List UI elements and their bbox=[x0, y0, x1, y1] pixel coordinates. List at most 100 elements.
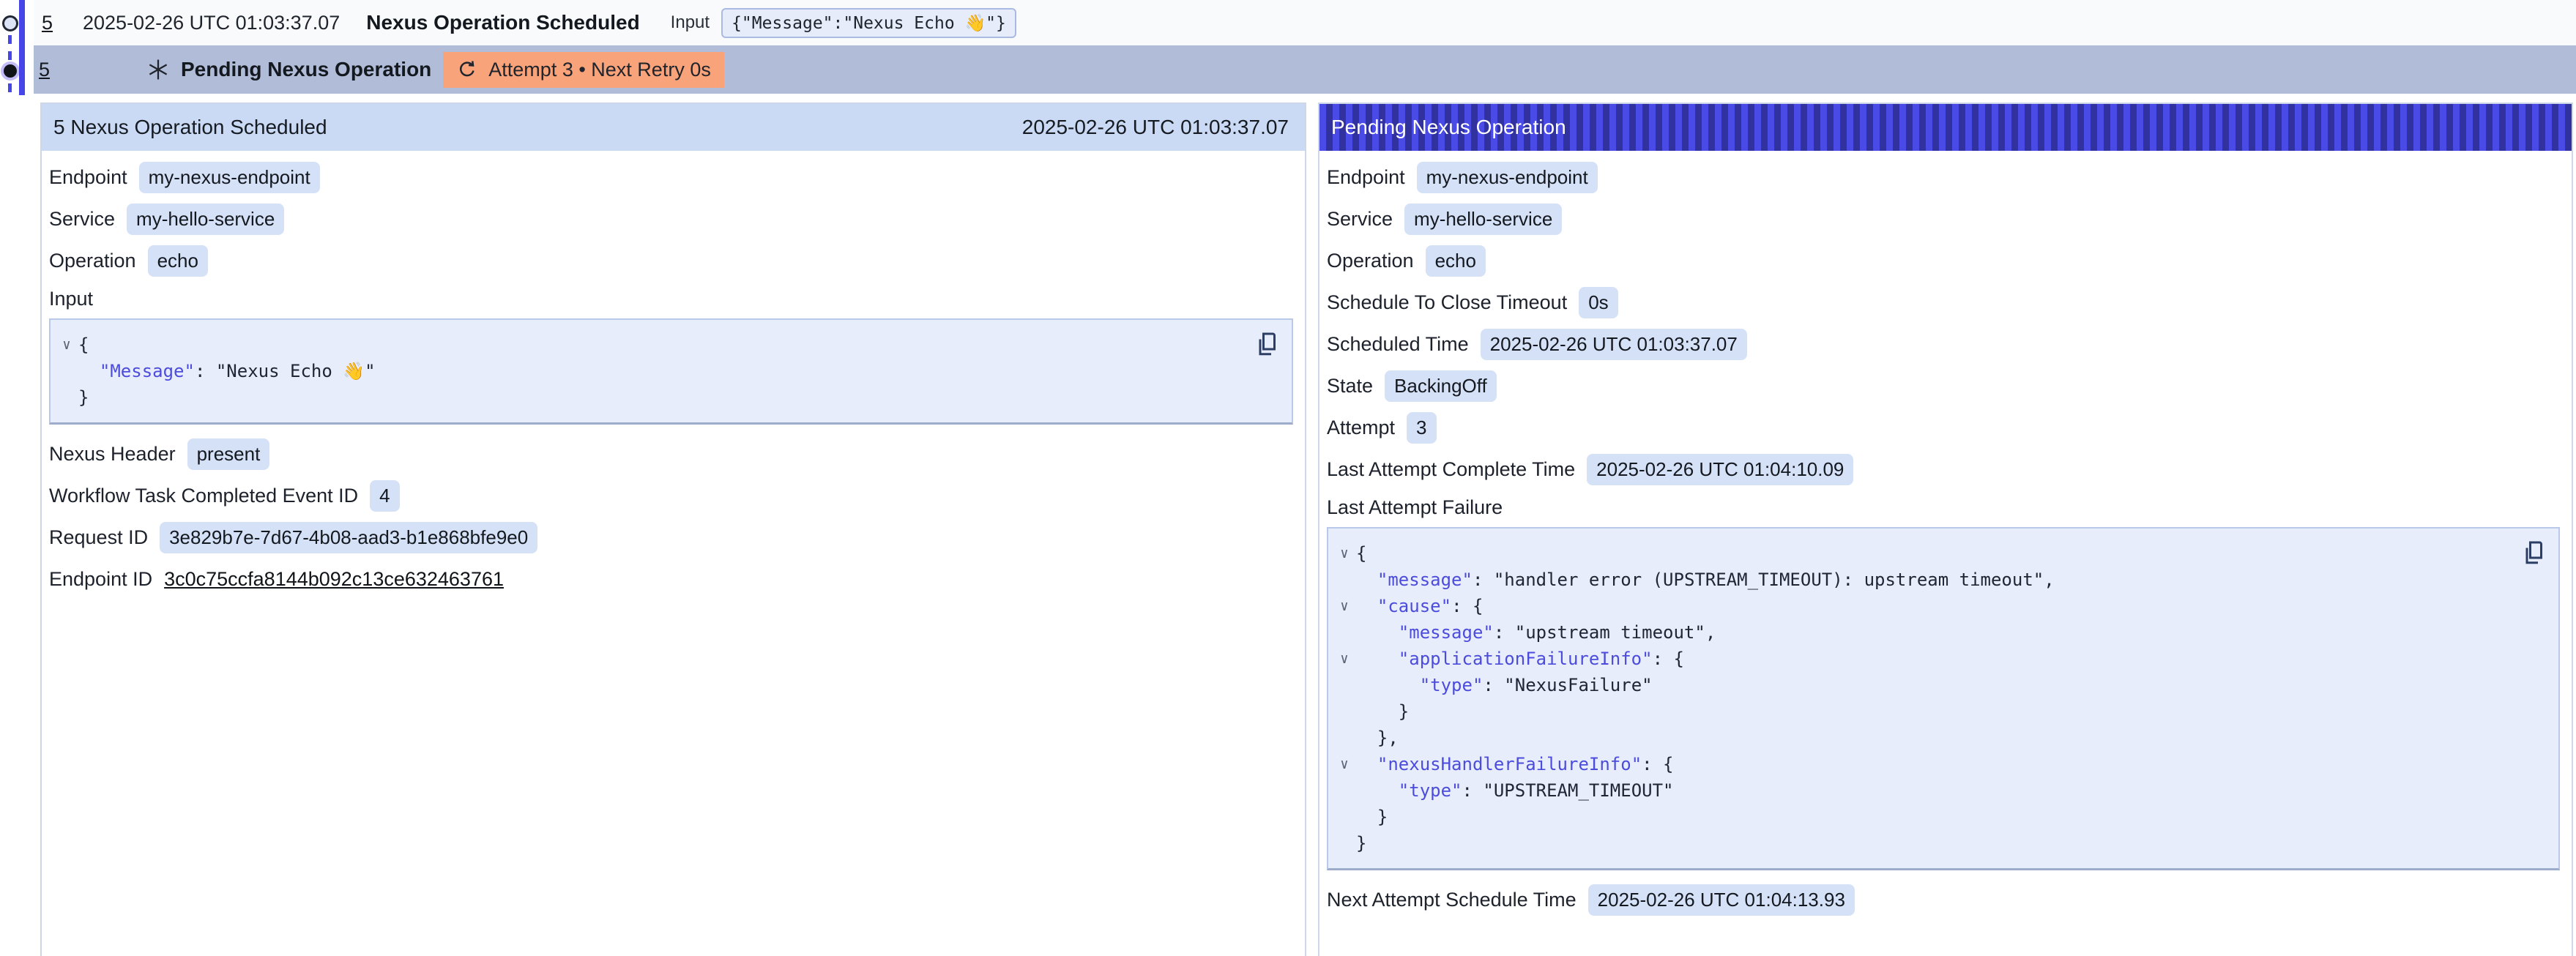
pending-operation-detail-panel: Pending Nexus Operation Endpoint my-nexu… bbox=[1318, 102, 2573, 956]
field-endpoint: Endpoint my-nexus-endpoint bbox=[1327, 163, 2560, 192]
event-id-link[interactable]: 5 bbox=[39, 59, 61, 81]
code-line: } bbox=[1333, 698, 2507, 725]
field-next-attempt-schedule-time: Next Attempt Schedule Time 2025-02-26 UT… bbox=[1327, 885, 2560, 914]
code-line: }, bbox=[1333, 725, 2507, 751]
field-label: Endpoint bbox=[1327, 166, 1405, 189]
field-value-badge: 2025-02-26 UTC 01:04:13.93 bbox=[1588, 884, 1855, 916]
field-request-id: Request ID 3e829b7e-7d67-4b08-aad3-b1e86… bbox=[49, 523, 1293, 552]
code-line: } bbox=[55, 384, 1240, 411]
field-value-badge: my-nexus-endpoint bbox=[1417, 162, 1598, 193]
event-row-nexus-operation-scheduled[interactable]: 5 2025-02-26 UTC 01:03:37.07 Nexus Opera… bbox=[34, 0, 2576, 45]
input-json-viewer: ∨{ "Message": "Nexus Echo 👋"} bbox=[49, 318, 1293, 425]
code-text: "type": "UPSTREAM_TIMEOUT" bbox=[1356, 777, 1673, 804]
event-row-pending-nexus-operation[interactable]: 5 Pending Nexus Operation Attempt 3 • Ne… bbox=[34, 45, 2576, 94]
field-value-badge: 2025-02-26 UTC 01:03:37.07 bbox=[1481, 329, 1747, 360]
field-value-badge: BackingOff bbox=[1385, 370, 1497, 402]
code-line: ∨{ bbox=[55, 332, 1240, 358]
field-value-badge: echo bbox=[1426, 245, 1486, 277]
code-gutter bbox=[55, 384, 78, 411]
field-service: Service my-hello-service bbox=[49, 204, 1293, 234]
code-line: ∨ "applicationFailureInfo": { bbox=[1333, 646, 2507, 672]
code-text: "nexusHandlerFailureInfo": { bbox=[1356, 751, 1674, 777]
code-line: ∨ "nexusHandlerFailureInfo": { bbox=[1333, 751, 2507, 777]
field-nexus-header: Nexus Header present bbox=[49, 439, 1293, 468]
code-gutter bbox=[1333, 698, 1356, 725]
attempt-retry-badge: Attempt 3 • Next Retry 0s bbox=[443, 52, 724, 88]
field-value-badge: 4 bbox=[370, 480, 399, 512]
attempt-retry-text: Attempt 3 • Next Retry 0s bbox=[488, 59, 711, 81]
field-label: Scheduled Time bbox=[1327, 333, 1469, 356]
field-operation: Operation echo bbox=[49, 246, 1293, 275]
code-gutter bbox=[1333, 619, 1356, 646]
field-operation: Operation echo bbox=[1327, 246, 2560, 275]
field-value-badge: 0s bbox=[1579, 287, 1618, 318]
event-id-link[interactable]: 5 bbox=[42, 12, 64, 34]
input-section-label: Input bbox=[49, 288, 1293, 313]
code-line: "Message": "Nexus Echo 👋" bbox=[55, 358, 1240, 384]
code-text: "type": "NexusFailure" bbox=[1356, 672, 1653, 698]
event-name: Pending Nexus Operation bbox=[181, 58, 431, 81]
field-label: Service bbox=[1327, 208, 1393, 231]
code-gutter bbox=[55, 358, 78, 384]
collapse-chevron-icon[interactable]: ∨ bbox=[1333, 646, 1356, 672]
code-gutter bbox=[1333, 777, 1356, 804]
field-value-badge: present bbox=[187, 438, 270, 470]
copy-icon[interactable] bbox=[2520, 539, 2547, 568]
code-text: } bbox=[78, 384, 89, 411]
field-service: Service my-hello-service bbox=[1327, 204, 2560, 234]
code-line: } bbox=[1333, 804, 2507, 830]
field-value-badge: my-hello-service bbox=[127, 203, 284, 235]
field-label: Request ID bbox=[49, 526, 148, 549]
code-line: "type": "UPSTREAM_TIMEOUT" bbox=[1333, 777, 2507, 804]
collapse-chevron-icon[interactable]: ∨ bbox=[55, 332, 78, 358]
endpoint-id-link[interactable]: 3c0c75ccfa8144b092c13ce632463761 bbox=[164, 568, 504, 591]
selected-group-accent-bar bbox=[19, 0, 25, 95]
scheduled-event-detail-panel: 5 Nexus Operation Scheduled 2025-02-26 U… bbox=[40, 102, 1306, 956]
code-text: }, bbox=[1356, 725, 1399, 751]
code-line: "message": "upstream timeout", bbox=[1333, 619, 2507, 646]
collapse-chevron-icon[interactable]: ∨ bbox=[1333, 593, 1356, 619]
code-gutter bbox=[1333, 725, 1356, 751]
event-history-rows: 5 2025-02-26 UTC 01:03:37.07 Nexus Opera… bbox=[34, 0, 2576, 94]
pending-panel-title: Pending Nexus Operation bbox=[1331, 116, 1566, 139]
field-label: Attempt bbox=[1327, 417, 1395, 439]
field-schedule-to-close-timeout: Schedule To Close Timeout 0s bbox=[1327, 288, 2560, 317]
event-input-label: Input bbox=[671, 12, 710, 33]
copy-icon[interactable] bbox=[1254, 330, 1280, 359]
collapse-chevron-icon[interactable]: ∨ bbox=[1333, 540, 1356, 567]
event-input-preview-badge: {"Message":"Nexus Echo 👋"} bbox=[721, 8, 1016, 38]
code-line: ∨{ bbox=[1333, 540, 2507, 567]
code-text: } bbox=[1356, 830, 1366, 856]
field-label: State bbox=[1327, 375, 1373, 397]
code-gutter bbox=[1333, 830, 1356, 856]
field-label: Workflow Task Completed Event ID bbox=[49, 485, 358, 507]
scheduled-panel-header: 5 Nexus Operation Scheduled 2025-02-26 U… bbox=[42, 104, 1305, 151]
field-endpoint-id: Endpoint ID 3c0c75ccfa8144b092c13ce63246… bbox=[49, 564, 1293, 594]
failure-json-viewer: ∨{ "message": "handler error (UPSTREAM_T… bbox=[1327, 527, 2560, 870]
field-value-badge: 3e829b7e-7d67-4b08-aad3-b1e868bfe9e0 bbox=[160, 522, 537, 553]
field-label: Operation bbox=[49, 250, 136, 272]
code-line: "type": "NexusFailure" bbox=[1333, 672, 2507, 698]
scheduled-panel-timestamp: 2025-02-26 UTC 01:03:37.07 bbox=[1022, 116, 1289, 139]
collapse-chevron-icon[interactable]: ∨ bbox=[1333, 751, 1356, 777]
code-line: } bbox=[1333, 830, 2507, 856]
field-label: Schedule To Close Timeout bbox=[1327, 291, 1567, 314]
code-text: } bbox=[1356, 804, 1388, 830]
timeline-open-circle-icon bbox=[2, 15, 18, 31]
field-state: State BackingOff bbox=[1327, 371, 2560, 400]
field-scheduled-time: Scheduled Time 2025-02-26 UTC 01:03:37.0… bbox=[1327, 329, 2560, 359]
field-label: Service bbox=[49, 208, 115, 231]
code-text: } bbox=[1356, 698, 1409, 725]
last-attempt-failure-label: Last Attempt Failure bbox=[1327, 496, 2560, 521]
event-timestamp: 2025-02-26 UTC 01:03:37.07 bbox=[83, 12, 340, 34]
field-value-badge: 3 bbox=[1407, 412, 1436, 444]
field-value-badge: my-hello-service bbox=[1404, 203, 1562, 235]
code-gutter bbox=[1333, 672, 1356, 698]
field-value-badge: 2025-02-26 UTC 01:04:10.09 bbox=[1587, 454, 1853, 485]
retry-icon bbox=[456, 59, 478, 81]
field-label: Operation bbox=[1327, 250, 1414, 272]
code-text: "message": "handler error (UPSTREAM_TIME… bbox=[1356, 567, 2055, 593]
code-line: ∨ "cause": { bbox=[1333, 593, 2507, 619]
field-label: Next Attempt Schedule Time bbox=[1327, 889, 1577, 911]
pending-panel-header: Pending Nexus Operation bbox=[1319, 104, 2572, 151]
